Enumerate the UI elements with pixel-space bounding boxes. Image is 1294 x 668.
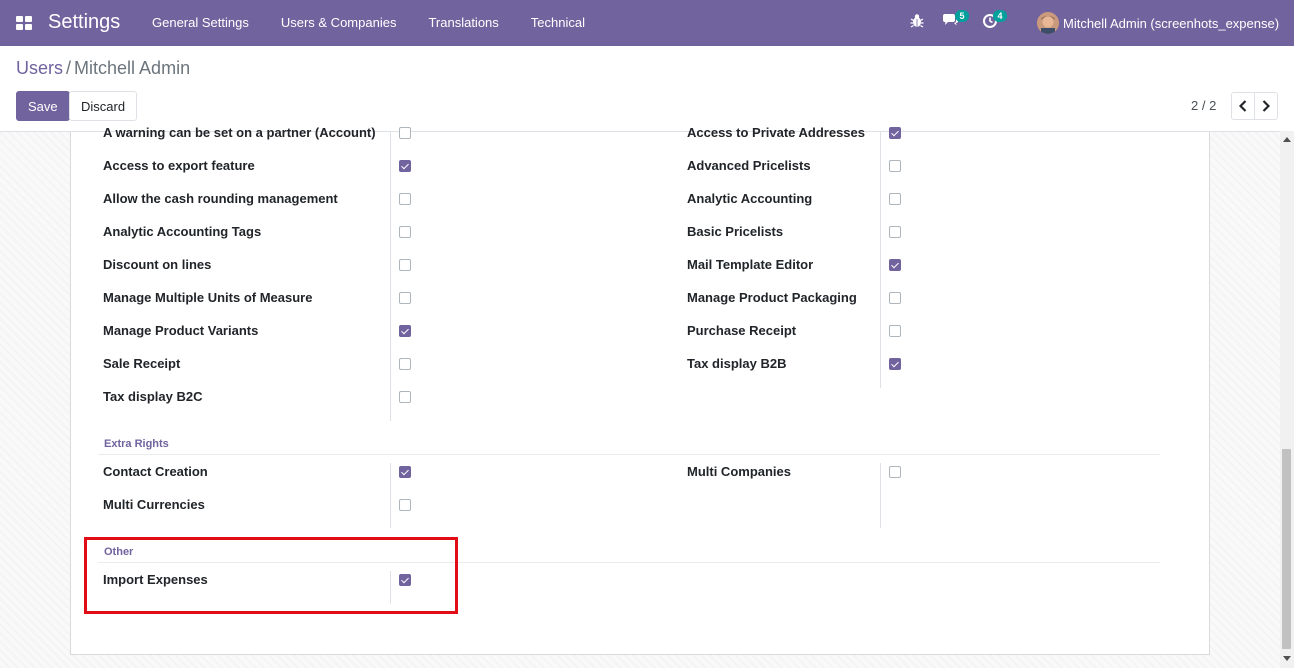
menu-users-companies[interactable]: Users & Companies bbox=[265, 0, 413, 46]
user-name: Mitchell Admin (screenhots_expense) bbox=[1063, 15, 1280, 31]
app-brand[interactable]: Settings bbox=[48, 11, 120, 34]
top-navbar: Settings General Settings Users & Compan… bbox=[0, 0, 1294, 46]
vertical-scrollbar[interactable] bbox=[1280, 131, 1294, 668]
right-label: Multi Currencies bbox=[103, 497, 205, 512]
debug-bug-icon[interactable] bbox=[910, 13, 930, 33]
right-label: Advanced Pricelists bbox=[687, 158, 811, 173]
apps-menu-icon[interactable] bbox=[16, 16, 32, 30]
right-checkbox[interactable] bbox=[889, 292, 901, 304]
save-button[interactable]: Save bbox=[16, 91, 70, 121]
right-label: Allow the cash rounding management bbox=[103, 191, 338, 206]
right-label: Discount on lines bbox=[103, 257, 212, 272]
activities-clock-icon[interactable]: 4 bbox=[982, 10, 1007, 33]
right-label: Sale Receipt bbox=[103, 356, 181, 371]
messages-chat-icon[interactable]: 5 bbox=[942, 10, 969, 33]
right-label: Basic Pricelists bbox=[687, 224, 784, 239]
right-checkbox[interactable] bbox=[399, 499, 411, 511]
user-menu[interactable]: Mitchell Admin (screenhots_expense) bbox=[1037, 0, 1279, 46]
right-label: Tax display B2B bbox=[687, 356, 787, 371]
menu-translations[interactable]: Translations bbox=[412, 0, 514, 46]
right-checkbox[interactable] bbox=[399, 226, 411, 238]
chevron-right-icon bbox=[1262, 100, 1270, 112]
right-checkbox[interactable] bbox=[889, 466, 901, 478]
field-divider bbox=[390, 463, 391, 528]
breadcrumb-users-link[interactable]: Users bbox=[16, 58, 63, 78]
right-checkbox[interactable] bbox=[889, 160, 901, 172]
section-title: Extra Rights bbox=[104, 438, 169, 450]
pager-value[interactable]: 2 / 2 bbox=[1191, 98, 1216, 113]
breadcrumb: Users / Mitchell Admin bbox=[16, 58, 190, 79]
right-label: Purchase Receipt bbox=[687, 323, 797, 338]
right-checkbox[interactable] bbox=[399, 391, 411, 403]
right-checkbox[interactable] bbox=[399, 325, 411, 337]
right-label: Access to export feature bbox=[103, 158, 255, 173]
user-avatar bbox=[1037, 12, 1059, 34]
right-checkbox[interactable] bbox=[399, 259, 411, 271]
right-label: Multi Companies bbox=[687, 464, 792, 479]
right-checkbox[interactable] bbox=[399, 358, 411, 370]
pager-previous-button[interactable] bbox=[1231, 92, 1255, 120]
field-divider bbox=[390, 131, 391, 421]
right-checkbox[interactable] bbox=[399, 292, 411, 304]
right-label: Contact Creation bbox=[103, 464, 208, 479]
scroll-up-arrow-icon[interactable] bbox=[1283, 137, 1291, 142]
right-label: A warning can be set on a partner (Accou… bbox=[103, 125, 376, 140]
activities-badge: 4 bbox=[993, 10, 1007, 22]
menu-technical[interactable]: Technical bbox=[515, 0, 601, 46]
right-checkbox[interactable] bbox=[399, 193, 411, 205]
scroll-down-arrow-icon[interactable] bbox=[1283, 656, 1291, 661]
right-checkbox[interactable] bbox=[889, 127, 901, 139]
field-divider bbox=[880, 463, 881, 528]
scroll-thumb[interactable] bbox=[1282, 449, 1291, 649]
chevron-left-icon bbox=[1239, 100, 1247, 112]
right-checkbox[interactable] bbox=[889, 226, 901, 238]
right-label: Manage Multiple Units of Measure bbox=[103, 290, 313, 305]
highlight-box bbox=[84, 537, 458, 614]
right-checkbox[interactable] bbox=[399, 160, 411, 172]
menu-general-settings[interactable]: General Settings bbox=[136, 0, 265, 46]
right-label: Tax display B2C bbox=[103, 389, 203, 404]
main-menu: General Settings Users & Companies Trans… bbox=[136, 0, 601, 46]
right-checkbox[interactable] bbox=[399, 127, 411, 139]
section-separator bbox=[98, 454, 1160, 455]
right-checkbox[interactable] bbox=[399, 466, 411, 478]
pager-next-button[interactable] bbox=[1254, 92, 1278, 120]
right-label: Mail Template Editor bbox=[687, 257, 814, 272]
right-checkbox[interactable] bbox=[889, 259, 901, 271]
field-divider bbox=[880, 131, 881, 388]
breadcrumb-separator: / bbox=[66, 58, 72, 78]
right-label: Access to Private Addresses bbox=[687, 125, 866, 140]
right-checkbox[interactable] bbox=[889, 193, 901, 205]
right-label: Manage Product Packaging bbox=[687, 290, 857, 305]
messages-badge: 5 bbox=[955, 10, 969, 22]
right-label: Manage Product Variants bbox=[103, 323, 259, 338]
discard-button[interactable]: Discard bbox=[69, 91, 138, 121]
right-label: Analytic Accounting bbox=[687, 191, 813, 206]
right-checkbox[interactable] bbox=[889, 325, 901, 337]
right-label: Analytic Accounting Tags bbox=[103, 224, 262, 239]
breadcrumb-current: Mitchell Admin bbox=[74, 58, 191, 78]
right-checkbox[interactable] bbox=[889, 358, 901, 370]
